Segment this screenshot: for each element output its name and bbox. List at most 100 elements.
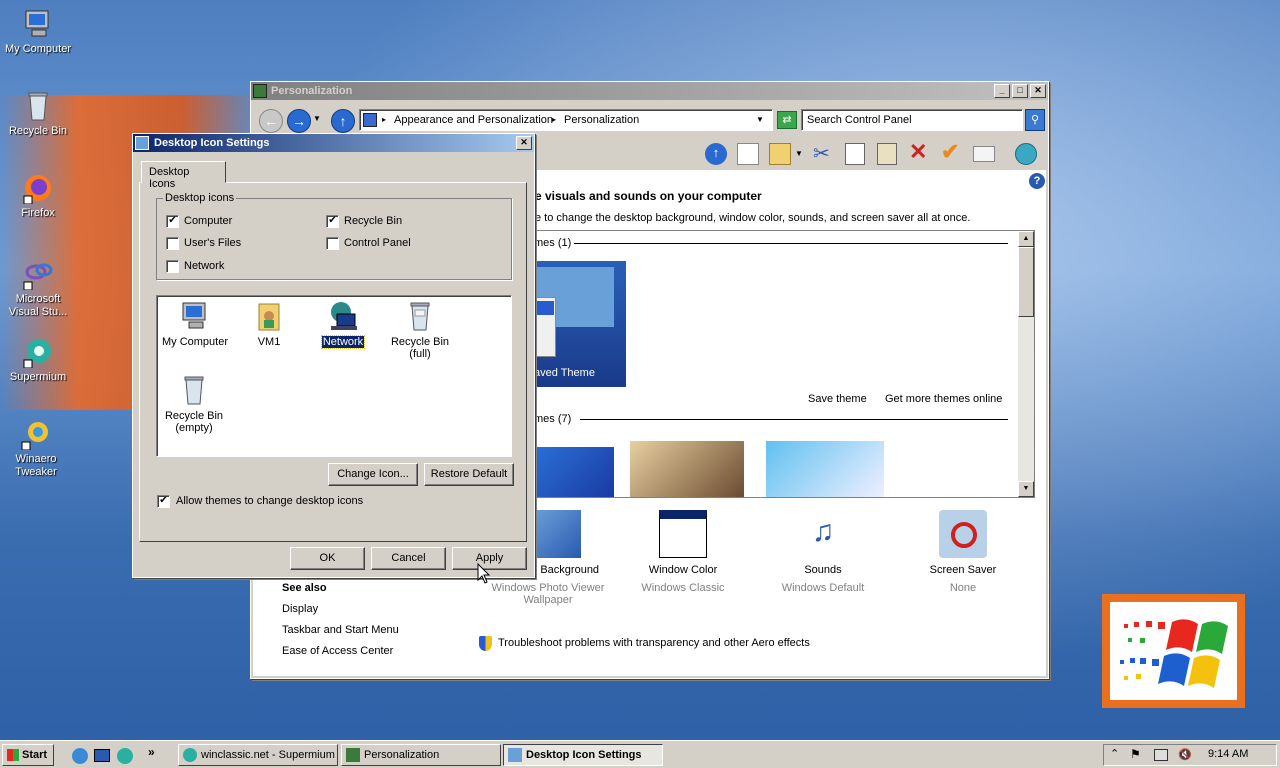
help-icon[interactable]: ? (1029, 173, 1045, 189)
desktop-icon-label: Recycle Bin (8, 125, 68, 137)
network-tray-icon[interactable] (1154, 749, 1168, 761)
checkbox-network[interactable] (166, 260, 179, 273)
selected-label: Network (320, 335, 366, 349)
saved-theme-thumbnail[interactable]: aved Theme (534, 261, 626, 387)
network-icon (327, 300, 359, 332)
desktop-icon-supermium[interactable]: Supermium (0, 336, 76, 384)
checkbox-recycle-bin-label[interactable]: Recycle Bin (344, 215, 402, 227)
views-dropdown-icon[interactable]: ▼ (795, 149, 803, 158)
icon-list-item[interactable]: My Computer (159, 300, 231, 348)
tab-panel: Desktop icons ✔ Computer ✔ Recycle Bin U… (139, 182, 527, 542)
scroll-down-button[interactable]: ▼ (1018, 481, 1034, 497)
checkbox-control-panel-label[interactable]: Control Panel (344, 237, 411, 249)
up-button[interactable]: ↑ (331, 109, 355, 133)
ok-button[interactable]: OK (290, 547, 365, 570)
aero-theme-thumbnail[interactable] (534, 447, 614, 497)
properties-check-icon[interactable]: ✔ (941, 139, 959, 165)
checkbox-users-files[interactable] (166, 237, 179, 250)
dialog-icon (135, 136, 149, 150)
up-level-icon[interactable]: ↑ (705, 143, 727, 165)
views-icon[interactable] (769, 143, 791, 165)
checkbox-users-files-label[interactable]: User's Files (184, 237, 241, 249)
maximize-button[interactable]: □ (1012, 84, 1028, 98)
dialog-close-button[interactable]: ✕ (516, 136, 532, 150)
refresh-button[interactable]: ⇄ (777, 111, 797, 129)
checkbox-computer-label[interactable]: Computer (184, 215, 232, 227)
start-button[interactable]: Start (2, 744, 54, 766)
see-also-ease-of-access-link[interactable]: Ease of Access Center (282, 645, 393, 657)
checkbox-control-panel[interactable] (326, 237, 339, 250)
checkbox-recycle-bin[interactable]: ✔ (326, 215, 339, 228)
clock[interactable]: 9:14 AM (1208, 748, 1248, 760)
personalization-titlebar[interactable]: Personalization _ □ ✕ (251, 82, 1048, 100)
icon-list-item-label: VM1 (257, 336, 281, 348)
breadcrumb-personalization[interactable]: Personalization (564, 114, 639, 126)
see-also-display-link[interactable]: Display (282, 603, 318, 615)
back-button[interactable]: ← (259, 109, 283, 133)
desktop-icon-winaero-tweaker[interactable]: Winaero Tweaker (0, 418, 74, 479)
volume-muted-icon[interactable]: 🔇 (1178, 748, 1192, 761)
theme-list[interactable]: mes (1) aved Theme Save theme Get more t… (533, 230, 1035, 498)
minimize-button[interactable]: _ (994, 84, 1010, 98)
history-dropdown-icon[interactable]: ▼ (313, 114, 321, 123)
icon-list-item-selected[interactable]: Network (307, 300, 379, 349)
see-also-taskbar-link[interactable]: Taskbar and Start Menu (282, 624, 399, 636)
checkbox-computer[interactable]: ✔ (166, 215, 179, 228)
search-input[interactable]: Search Control Panel (801, 109, 1023, 131)
change-icon-button[interactable]: Change Icon... (328, 463, 418, 486)
save-theme-link[interactable]: Save theme (808, 393, 867, 405)
theme-list-scrollbar[interactable]: ▲ ▼ (1018, 231, 1034, 497)
icon-list[interactable]: My Computer VM1 Network Recycle Bin (ful… (156, 295, 512, 457)
folders-pane-icon[interactable] (737, 143, 759, 165)
action-center-flag-icon[interactable]: ⚑ (1130, 747, 1141, 761)
icon-list-item[interactable]: Recycle Bin (empty) (157, 374, 231, 434)
tab-desktop-icons[interactable]: Desktop Icons (141, 161, 226, 190)
address-bar[interactable]: ▸ Appearance and Personalization ▸ Perso… (359, 109, 773, 131)
desktop-icon-recycle-bin[interactable]: Recycle Bin (0, 90, 76, 138)
cut-icon[interactable]: ✂ (813, 141, 830, 166)
visual-studio-icon (22, 258, 54, 291)
aero-theme-thumbnail[interactable] (766, 441, 884, 497)
dialog-titlebar[interactable]: Desktop Icon Settings ✕ (133, 134, 534, 152)
scroll-thumb[interactable] (1018, 247, 1034, 317)
email-icon[interactable] (973, 146, 995, 162)
icon-list-item[interactable]: VM1 (233, 300, 305, 348)
aero-theme-thumbnail[interactable] (630, 441, 744, 497)
desktop-icon-firefox[interactable]: Firefox (0, 172, 76, 220)
allow-themes-label[interactable]: Allow themes to change desktop icons (176, 495, 363, 507)
window-color-item[interactable]: Window Color Windows Classic (633, 510, 733, 594)
screen-saver-icon (939, 510, 987, 558)
delete-icon[interactable]: ✕ (909, 139, 927, 165)
sounds-item[interactable]: ♫ Sounds Windows Default (773, 510, 873, 594)
checkbox-network-label[interactable]: Network (184, 260, 224, 272)
forward-button[interactable]: → (287, 109, 311, 133)
icon-list-item[interactable]: Recycle Bin (full) (383, 300, 457, 360)
breadcrumb-appearance[interactable]: Appearance and Personalization (394, 114, 553, 126)
tray-expand-icon[interactable]: ⌃ (1110, 747, 1119, 760)
taskbar-item-supermium[interactable]: winclassic.net - Supermium (178, 744, 338, 766)
desktop-icons-group: Desktop icons ✔ Computer ✔ Recycle Bin U… (156, 192, 512, 280)
quick-launch-more[interactable]: » (148, 745, 155, 759)
screen-saver-item[interactable]: Screen Saver None (913, 510, 1013, 594)
copy-icon[interactable] (845, 143, 865, 165)
quick-launch-desktop-icon[interactable] (94, 749, 110, 762)
windows-update-icon[interactable] (1015, 143, 1037, 165)
page-subheading: e to change the desktop background, wind… (535, 212, 971, 224)
cancel-button[interactable]: Cancel (371, 547, 446, 570)
taskbar-item-desktop-icon-settings[interactable]: Desktop Icon Settings (503, 744, 663, 766)
scroll-up-button[interactable]: ▲ (1018, 231, 1034, 247)
restore-default-button[interactable]: Restore Default (424, 463, 514, 486)
quick-launch-ie-icon[interactable] (72, 748, 88, 764)
desktop-icon-my-computer[interactable]: My Computer (0, 8, 76, 56)
paste-icon[interactable] (877, 143, 897, 165)
taskbar-item-personalization[interactable]: Personalization (341, 744, 501, 766)
search-button[interactable]: ⚲ (1025, 109, 1045, 131)
windows-flag-icon (7, 749, 19, 761)
get-more-themes-link[interactable]: Get more themes online (885, 393, 1002, 405)
desktop-icon-visual-studio[interactable]: Microsoft Visual Stu... (0, 258, 76, 319)
quick-launch-supermium-icon[interactable] (117, 748, 133, 764)
troubleshoot-link[interactable]: Troubleshoot problems with transparency … (498, 637, 810, 649)
allow-themes-checkbox[interactable]: ✔ (157, 495, 170, 508)
address-dropdown-icon[interactable]: ▼ (756, 115, 764, 124)
close-button[interactable]: ✕ (1030, 84, 1046, 98)
